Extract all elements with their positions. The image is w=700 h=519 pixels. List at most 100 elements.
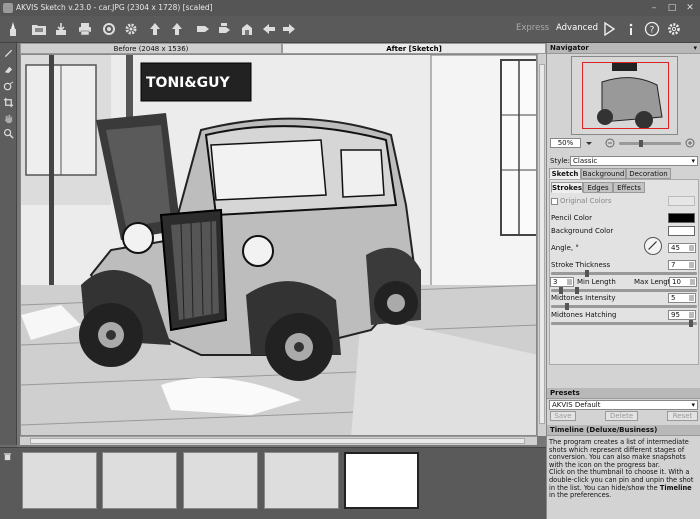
help-icon[interactable]: ? <box>643 20 661 38</box>
snapshot-icon[interactable] <box>238 20 256 38</box>
chevron-down-icon: ▾ <box>691 157 695 165</box>
zoom-tool-icon[interactable] <box>2 127 15 140</box>
timeline-text-2b: Timeline <box>659 483 692 492</box>
vertical-scroll-thumb[interactable] <box>539 64 545 424</box>
preferences-icon[interactable] <box>665 20 683 38</box>
close-button[interactable]: ✕ <box>684 2 696 14</box>
midtones-hatching-slider[interactable] <box>551 320 697 327</box>
timeline-text-2c: in the preferences. <box>549 491 612 500</box>
timeline-header: Timeline (Deluxe/Business) <box>547 425 700 436</box>
stroke-thickness-slider[interactable] <box>551 270 697 277</box>
length-range-slider[interactable] <box>551 287 697 294</box>
tab-background[interactable]: Background <box>581 168 626 179</box>
timeline-description: The program creates a list of intermedia… <box>549 438 699 500</box>
min-length-input[interactable]: 3 <box>550 277 574 287</box>
zoom-slider[interactable] <box>619 140 681 147</box>
preset-save-button[interactable]: Save <box>550 411 576 421</box>
horizontal-scroll-thumb[interactable] <box>30 438 525 444</box>
export-icon[interactable] <box>194 20 212 38</box>
eraser-tool-icon[interactable] <box>2 63 15 76</box>
angle-dial[interactable] <box>644 237 662 255</box>
timeline-text-1: The program creates a list of intermedia… <box>549 438 689 469</box>
open-icon[interactable] <box>30 20 48 38</box>
mode-express-button[interactable]: Express <box>516 23 549 33</box>
preset-delete-button[interactable]: Delete <box>605 411 638 421</box>
midtones-hatching-input[interactable]: 95 <box>668 310 696 320</box>
import-icon[interactable] <box>168 20 186 38</box>
crop-tool-icon[interactable] <box>2 96 15 109</box>
tools-panel <box>0 43 17 445</box>
timeline-thumbnail[interactable] <box>102 452 177 509</box>
pencil-tool-icon[interactable] <box>2 46 15 59</box>
zoom-out-icon[interactable] <box>605 138 615 148</box>
stroke-thickness-input[interactable]: 7 <box>668 260 696 270</box>
preset-reset-button[interactable]: Reset <box>667 411 698 421</box>
original-colors-swatch <box>668 196 695 206</box>
info-icon[interactable] <box>622 20 640 38</box>
presets-select[interactable]: AKVIS Default ▾ <box>549 400 698 410</box>
brush-logo-icon <box>4 20 22 38</box>
style-select[interactable]: Classic ▾ <box>570 156 698 166</box>
navigator-header: Navigator ▾ <box>547 43 700 54</box>
midtones-hatching-label: Midtones Hatching <box>551 311 617 319</box>
presets-header: Presets <box>547 388 700 399</box>
midtones-intensity-input[interactable]: 5 <box>668 293 696 303</box>
redo-icon[interactable] <box>280 20 298 38</box>
mode-advanced-button[interactable]: Advanced <box>556 23 598 33</box>
save-icon[interactable] <box>52 20 70 38</box>
sketch-result-image[interactable]: TONI&GUY <box>20 54 537 436</box>
shop-sign-text: TONI&GUY <box>146 75 230 91</box>
minimize-button[interactable]: – <box>648 2 660 14</box>
preset-icon[interactable] <box>216 20 234 38</box>
toolbar: Express Advanced ? <box>0 16 700 43</box>
batch-icon[interactable] <box>100 20 118 38</box>
navigator-view-rectangle[interactable] <box>582 62 669 129</box>
zoom-level-field[interactable]: 50% <box>550 138 581 148</box>
chevron-down-icon: ▾ <box>691 401 695 409</box>
share-icon[interactable] <box>146 20 164 38</box>
print-icon[interactable] <box>76 20 94 38</box>
midtones-intensity-label: Midtones Intensity <box>551 294 616 302</box>
zoom-in-icon[interactable] <box>685 138 695 148</box>
style-label: Style: <box>550 157 570 165</box>
pencil-color-label: Pencil Color <box>551 214 592 222</box>
stroke-tool-icon[interactable] <box>2 80 15 93</box>
subtab-effects[interactable]: Effects <box>613 182 645 193</box>
background-color-label: Background Color <box>551 227 614 235</box>
trash-icon[interactable] <box>3 452 12 461</box>
background-color-swatch[interactable] <box>668 226 695 236</box>
navigator-preview[interactable] <box>571 56 678 135</box>
tab-sketch[interactable]: Sketch <box>549 168 581 179</box>
car-sketch-drawing: TONI&GUY <box>21 55 536 435</box>
after-tab[interactable]: After [Sketch] <box>282 43 546 54</box>
maximize-button[interactable]: □ <box>666 2 678 14</box>
midtones-intensity-slider[interactable] <box>551 303 697 310</box>
run-icon[interactable] <box>600 20 618 38</box>
timeline-thumbnail[interactable] <box>183 452 258 509</box>
subtab-strokes[interactable]: Strokes <box>551 182 583 193</box>
svg-text:?: ? <box>650 26 655 36</box>
app-logo-icon <box>3 3 13 13</box>
title-bar: AKVIS Sketch v.23.0 - car.JPG (2304 x 17… <box>0 0 700 16</box>
tab-decoration[interactable]: Decoration <box>626 168 671 179</box>
pencil-color-swatch[interactable] <box>668 213 695 223</box>
original-colors-label: Original Colors <box>560 197 612 205</box>
hand-tool-icon[interactable] <box>2 112 15 125</box>
vertical-scrollbar[interactable] <box>537 54 546 436</box>
collapse-icon[interactable]: ▾ <box>693 43 697 54</box>
original-colors-checkbox[interactable] <box>551 198 558 205</box>
timeline-strip <box>0 447 546 519</box>
timeline-thumbnail-selected[interactable] <box>344 452 419 509</box>
max-length-input[interactable]: 10 <box>669 277 697 287</box>
horizontal-scrollbar[interactable] <box>20 436 537 445</box>
stroke-thickness-label: Stroke Thickness <box>551 261 611 269</box>
zoom-dropdown-icon[interactable] <box>584 138 594 148</box>
undo-icon[interactable] <box>260 20 278 38</box>
timeline-thumbnail[interactable] <box>264 452 339 509</box>
timeline-thumbnail[interactable] <box>22 452 97 509</box>
window-title: AKVIS Sketch v.23.0 - car.JPG (2304 x 17… <box>16 3 213 12</box>
before-tab[interactable]: Before (2048 x 1536) <box>20 43 282 54</box>
subtab-edges[interactable]: Edges <box>583 182 613 193</box>
settings-gear-icon[interactable] <box>122 20 140 38</box>
angle-input[interactable]: 45 <box>668 243 696 253</box>
